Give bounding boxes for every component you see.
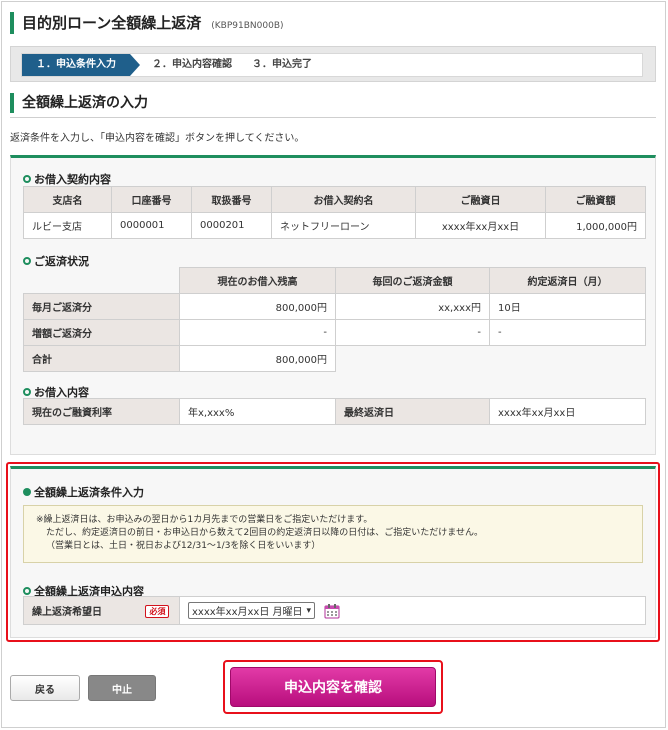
col-account: 口座番号 xyxy=(111,186,192,213)
cell-account: 0000001 xyxy=(111,212,192,239)
row-label-monthly: 毎月ご返済分 xyxy=(23,293,180,320)
step-indicator: １．申込条件入力 ２．申込内容確認 ３．申込完了 xyxy=(10,46,656,82)
step-1-current: １．申込条件入力 xyxy=(22,54,140,76)
col-loan-amount: ご融資額 xyxy=(545,186,646,213)
col-handling: 取扱番号 xyxy=(191,186,272,213)
table-row: 現在のご融資利率 年x,xxx% 最終返済日 xxxx年xx月xx日 xyxy=(23,398,646,425)
intro-text: 返済条件を入力し、「申込内容を確認」ボタンを押してください。 xyxy=(10,133,305,144)
cell-total-balance: 800,000円 xyxy=(179,345,336,372)
row-label-total: 合計 xyxy=(23,345,180,372)
circle-bullet-icon xyxy=(23,175,31,183)
table-header-row: 支店名 口座番号 取扱番号 お借入契約名 ご融資日 ご融資額 xyxy=(23,186,646,213)
col-balance: 現在のお借入残高 xyxy=(179,267,336,294)
cell-increase-amount: - xyxy=(335,319,490,346)
step-2: ２．申込内容確認 xyxy=(152,59,232,70)
contract-heading-text: お借入契約内容 xyxy=(34,173,111,186)
cell-branch: ルビー支店 xyxy=(23,212,112,239)
circle-bullet-icon xyxy=(23,388,31,396)
contract-table: 支店名 口座番号 取扱番号 お借入契約名 ご融資日 ご融資額 ルビー支店 000… xyxy=(23,186,646,239)
final-date-value: xxxx年xx月xx日 xyxy=(489,398,646,425)
page-title: 目的別ローン全額繰上返済 (KBP91BN000B) xyxy=(10,12,284,34)
step-bar: １．申込条件入力 ２．申込内容確認 ３．申込完了 xyxy=(21,53,643,77)
corner-cell xyxy=(23,267,180,294)
table-row: 合計 800,000円 xyxy=(23,345,646,372)
cell-increase-balance: - xyxy=(179,319,336,346)
cell-monthly-day: 10日 xyxy=(489,293,646,320)
col-branch: 支店名 xyxy=(23,186,112,213)
table-header-row: 現在のお借入残高 毎回のご返済金額 約定返済日（月） xyxy=(23,267,646,294)
screen-code: (KBP91BN000B) xyxy=(211,21,284,31)
cell-loan-amount: 1,000,000円 xyxy=(545,212,646,239)
cell-monthly-balance: 800,000円 xyxy=(179,293,336,320)
rate-value: 年x,xxx% xyxy=(179,398,336,425)
table-row: 毎月ご返済分 800,000円 xx,xxx円 10日 xyxy=(23,293,646,320)
table-row: ルビー支店 0000001 0000201 ネットフリーローン xxxx年xx月… xyxy=(23,212,646,239)
cell-increase-day: - xyxy=(489,319,646,346)
col-each-amount: 毎回のご返済金額 xyxy=(335,267,490,294)
circle-bullet-icon xyxy=(23,257,31,265)
section-title: 全額繰上返済の入力 xyxy=(10,93,148,113)
col-due-day: 約定返済日（月） xyxy=(489,267,646,294)
contract-heading: お借入契約内容 xyxy=(23,171,111,187)
repayment-table: 現在のお借入残高 毎回のご返済金額 約定返済日（月） 毎月ご返済分 800,00… xyxy=(23,267,646,372)
input-highlight-frame xyxy=(6,462,660,642)
section-divider xyxy=(10,117,656,118)
confirm-button[interactable]: 申込内容を確認 xyxy=(230,667,436,707)
final-date-label: 最終返済日 xyxy=(335,398,490,425)
cell-loan-date: xxxx年xx月xx日 xyxy=(415,212,546,239)
col-contract-name: お借入契約名 xyxy=(271,186,416,213)
info-panel: お借入契約内容 支店名 口座番号 取扱番号 お借入契約名 ご融資日 ご融資額 ル… xyxy=(10,155,656,455)
loan-table: 現在のご融資利率 年x,xxx% 最終返済日 xxxx年xx月xx日 xyxy=(23,398,646,425)
cancel-button[interactable]: 中止 xyxy=(88,675,156,701)
back-button[interactable]: 戻る xyxy=(10,675,80,701)
page-title-text: 目的別ローン全額繰上返済 xyxy=(22,14,202,32)
row-label-increase: 増額ご返済分 xyxy=(23,319,180,346)
col-loan-date: ご融資日 xyxy=(415,186,546,213)
step-3: ３．申込完了 xyxy=(252,59,312,70)
cell-monthly-amount: xx,xxx円 xyxy=(335,293,490,320)
cell-contract-name: ネットフリーローン xyxy=(271,212,416,239)
table-row: 増額ご返済分 - - - xyxy=(23,319,646,346)
rate-label: 現在のご融資利率 xyxy=(23,398,180,425)
cell-handling: 0000201 xyxy=(191,212,272,239)
